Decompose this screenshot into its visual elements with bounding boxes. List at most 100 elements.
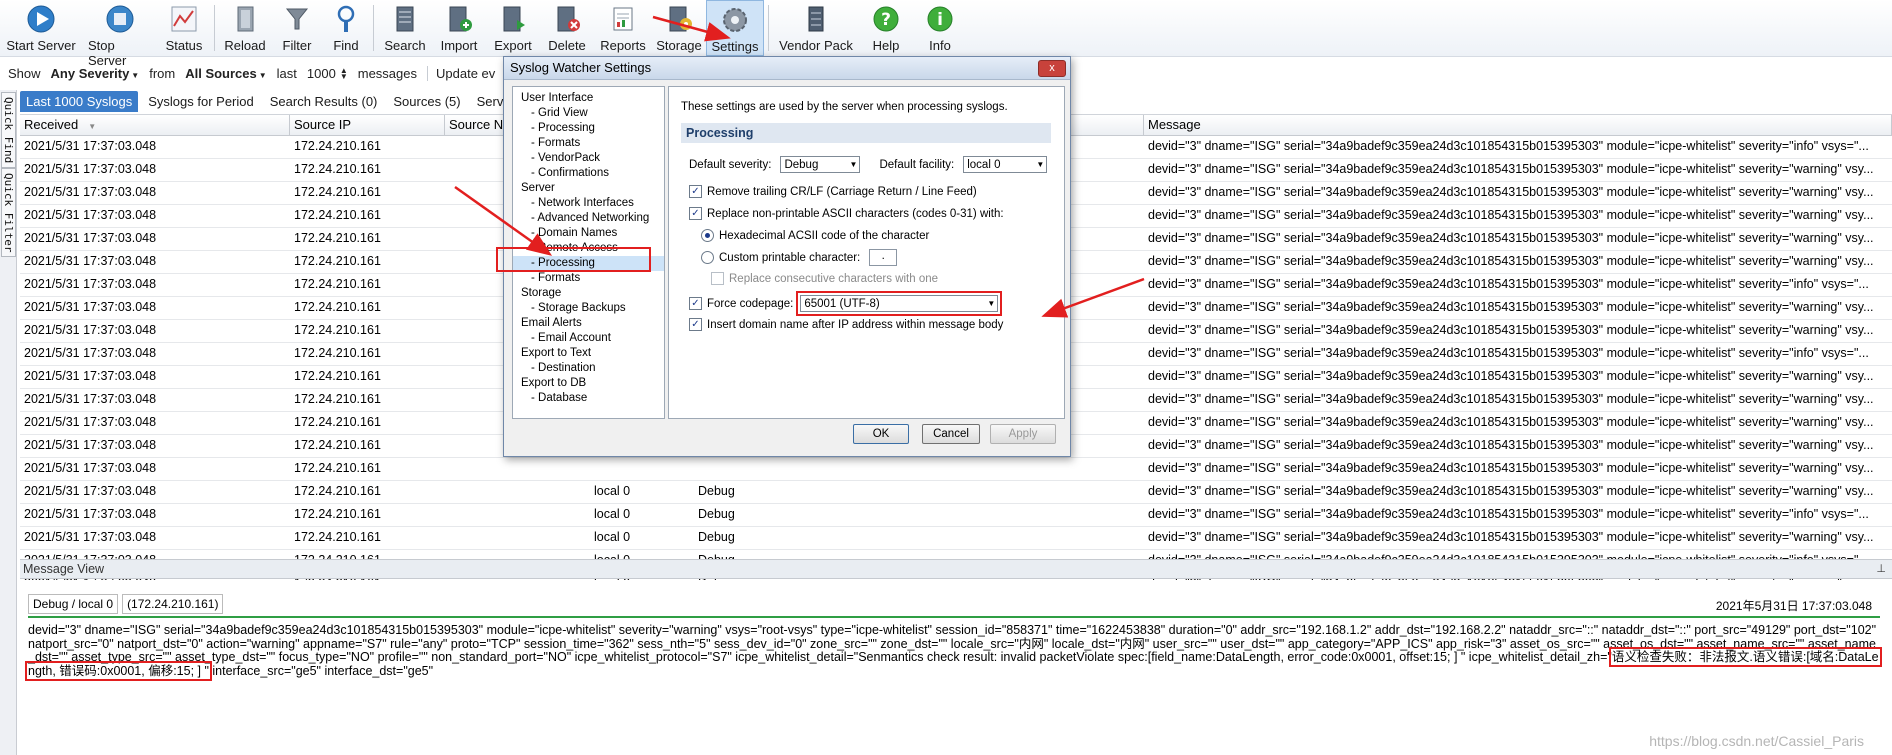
reload-label: Reload: [224, 38, 266, 53]
tab-sources[interactable]: Sources (5): [387, 91, 466, 112]
search-icon: [390, 4, 420, 34]
severity-cell: Debug: [698, 507, 735, 521]
tree-item[interactable]: - Formats: [513, 136, 664, 151]
severity-cell: [694, 458, 1144, 480]
message-view-title: Message View ⊥: [20, 559, 1892, 579]
quick-find-tab[interactable]: Quick Find: [1, 92, 16, 169]
source-name-cell: [445, 527, 590, 549]
filter-label: Filter: [282, 38, 312, 53]
last-label: last: [276, 66, 297, 81]
tab-last-1000-syslogs[interactable]: Last 1000 Syslogs: [20, 91, 139, 112]
source-name-cell: [445, 481, 590, 503]
force-codepage-checkbox[interactable]: ✓: [689, 297, 702, 310]
source-name-cell: [445, 458, 590, 480]
column-header-received[interactable]: Received ▼: [20, 115, 290, 135]
replace-nonprintable-label: Replace non-printable ASCII characters (…: [707, 207, 1004, 220]
info-button[interactable]: i Info: [913, 0, 967, 56]
remove-crlf-checkbox[interactable]: ✓: [689, 185, 702, 198]
watermark: https://blog.csdn.net/Cassiel_Paris: [1649, 733, 1864, 749]
help-button[interactable]: ? Help: [859, 0, 913, 56]
custom-option-row: Custom printable character: .: [701, 249, 898, 266]
tree-item[interactable]: Storage: [513, 286, 664, 301]
pin-icon[interactable]: ⊥: [1876, 560, 1886, 579]
import-button[interactable]: Import: [432, 0, 486, 56]
tree-item[interactable]: User Interface: [513, 91, 664, 106]
table-row[interactable]: 2021/5/31 17:37:03.048 172.24.210.161 loca…: [20, 504, 1892, 527]
reload-button[interactable]: Reload: [219, 0, 271, 56]
svg-text:?: ?: [881, 10, 891, 30]
tree-item[interactable]: - Email Account: [513, 331, 664, 346]
tree-item[interactable]: - Domain Names: [513, 226, 664, 241]
default-facility-select[interactable]: local 0 ▼: [963, 156, 1048, 173]
reports-button[interactable]: Reports: [594, 0, 652, 56]
table-row[interactable]: 2021/5/31 17:37:03.048 172.24.210.161 loca…: [20, 481, 1892, 504]
tree-item[interactable]: - Storage Backups: [513, 301, 664, 316]
tree-item[interactable]: - Processing: [513, 121, 664, 136]
custom-character-input[interactable]: .: [869, 249, 898, 266]
apply-button[interactable]: Apply: [990, 424, 1056, 444]
facility-cell: [590, 458, 694, 480]
reports-icon: [608, 4, 638, 34]
insert-domain-checkbox[interactable]: ✓: [689, 318, 702, 331]
tree-item[interactable]: - VendorPack: [513, 151, 664, 166]
received-cell: 2021/5/31 17:37:03.048: [24, 300, 157, 314]
message-cell: devid="3" dname="ISG" serial="34a9badef9…: [1148, 415, 1874, 429]
gear-icon: [720, 5, 750, 35]
received-cell: 2021/5/31 17:37:03.048: [24, 369, 157, 383]
replace-consecutive-label: Replace consecutive characters with one: [729, 272, 939, 285]
tree-item[interactable]: Server: [513, 181, 664, 196]
stop-server-button[interactable]: Stop Server: [82, 0, 158, 68]
codepage-select[interactable]: 65001 (UTF-8) ▼: [796, 291, 1003, 316]
vendor-pack-button[interactable]: Vendor Pack: [773, 0, 859, 56]
custom-radio[interactable]: [701, 251, 714, 264]
settings-panel: These settings are used by the server wh…: [668, 86, 1065, 419]
export-button[interactable]: Export: [486, 0, 540, 56]
tree-item[interactable]: Email Alerts: [513, 316, 664, 331]
view-tabs: Last 1000 Syslogs Syslogs for Period Sea…: [20, 90, 532, 112]
tab-syslogs-for-period[interactable]: Syslogs for Period: [142, 91, 260, 112]
message-view: Debug / local 0 (172.24.210.161) 2021年5月…: [20, 580, 1892, 755]
settings-button[interactable]: Settings: [706, 0, 764, 56]
close-icon[interactable]: x: [1038, 60, 1066, 77]
table-row[interactable]: 2021/5/31 17:37:03.048 172.24.210.161 loca…: [20, 527, 1892, 550]
find-button[interactable]: Find: [323, 0, 369, 56]
default-severity-select[interactable]: Debug ▼: [780, 156, 861, 173]
replace-nonprintable-checkbox[interactable]: ✓: [689, 207, 702, 220]
tree-item[interactable]: - Destination: [513, 361, 664, 376]
chart-icon: [169, 4, 199, 34]
quick-filter-tab[interactable]: Quick Filter: [1, 168, 16, 258]
filter-button[interactable]: Filter: [271, 0, 323, 56]
tab-search-results[interactable]: Search Results (0): [264, 91, 384, 112]
storage-button[interactable]: Storage: [652, 0, 706, 56]
tree-item[interactable]: - Grid View: [513, 106, 664, 121]
message-meta: Debug / local 0 (172.24.210.161): [28, 594, 224, 614]
cancel-button[interactable]: Cancel: [922, 424, 980, 444]
toolbar-separator: [214, 5, 215, 51]
column-header-source-ip[interactable]: Source IP: [290, 115, 445, 135]
column-header-message[interactable]: Message: [1144, 115, 1892, 135]
message-cell: devid="3" dname="ISG" serial="34a9badef9…: [1148, 162, 1874, 176]
severity-facility-badge: Debug / local 0: [28, 594, 119, 614]
table-row[interactable]: 2021/5/31 17:37:03.048 172.24.210.161 devi…: [20, 458, 1892, 481]
tree-item[interactable]: - Database: [513, 391, 664, 406]
replace-consecutive-checkbox[interactable]: [711, 272, 724, 285]
ok-button[interactable]: OK: [853, 424, 909, 444]
tree-item[interactable]: - Confirmations: [513, 166, 664, 181]
tree-item[interactable]: Export to DB: [513, 376, 664, 391]
start-server-button[interactable]: Start Server: [0, 0, 82, 56]
status-button[interactable]: Status: [158, 0, 210, 56]
tree-item[interactable]: - Advanced Networking: [513, 211, 664, 226]
search-button[interactable]: Search: [378, 0, 432, 56]
source-name-cell: [445, 504, 590, 526]
tree-item[interactable]: - Network Interfaces: [513, 196, 664, 211]
severity-cell: Debug: [698, 484, 735, 498]
received-cell: 2021/5/31 17:37:03.048: [24, 231, 157, 245]
tree-item[interactable]: - Formats: [513, 271, 664, 286]
force-codepage-row: ✓ Force codepage: 65001 (UTF-8) ▼: [689, 291, 1003, 316]
delete-button[interactable]: Delete: [540, 0, 594, 56]
message-count-stepper[interactable]: 1000 ▲ ▼: [307, 66, 348, 81]
hex-radio[interactable]: [701, 229, 714, 242]
tree-item[interactable]: Export to Text: [513, 346, 664, 361]
sources-dropdown[interactable]: All Sources ▼: [185, 66, 266, 81]
severity-dropdown[interactable]: Any Severity ▼: [51, 66, 140, 81]
